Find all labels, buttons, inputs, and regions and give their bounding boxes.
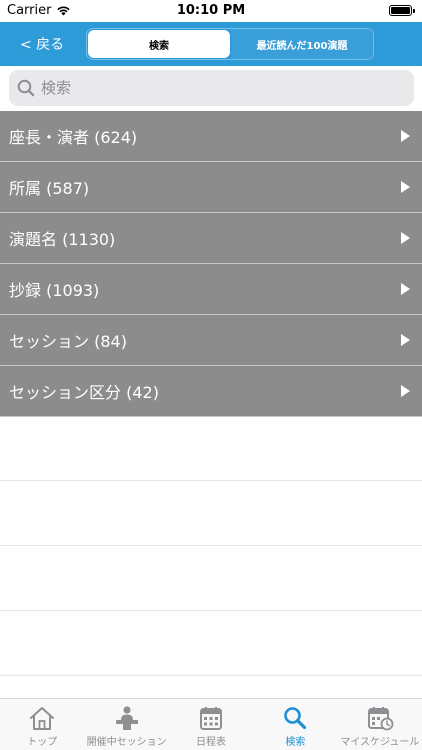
battery-icon <box>389 5 415 16</box>
tab-top-label: トップ <box>27 737 58 748</box>
tab-my-schedule-label: マイスケジュール <box>340 737 420 748</box>
search-box[interactable] <box>9 70 414 106</box>
battery-level <box>391 7 410 14</box>
category-row-abstract[interactable]: 抄録 (1093) <box>0 264 422 315</box>
back-button-label: < 戻る <box>20 37 65 53</box>
tab-my-schedule[interactable]: マイスケジュール <box>338 699 422 750</box>
tab-bar: トップ 開催中セッション 日程表 検索 マイスケジュール <box>0 698 422 750</box>
status-time: 10:10 PM <box>176 3 246 18</box>
tab-current-session-label: 開催中セッション <box>86 737 167 748</box>
calendar-clock-icon <box>367 707 394 731</box>
chevron-right-icon <box>401 232 410 244</box>
calendar-icon <box>200 707 223 730</box>
tab-schedule[interactable]: 日程表 <box>169 699 253 750</box>
presenter-icon <box>115 706 138 730</box>
empty-row-separator <box>0 675 422 676</box>
tab-current-session[interactable]: 開催中セッション <box>84 699 168 750</box>
category-label: 所属 (587) <box>9 179 90 198</box>
category-label: 演題名 (1130) <box>9 230 116 249</box>
chevron-right-icon <box>401 181 410 193</box>
empty-row-separator <box>0 480 422 481</box>
chevron-right-icon <box>401 283 410 295</box>
search-input[interactable] <box>41 79 401 97</box>
status-bar: Carrier 10:10 PM <box>0 0 422 22</box>
segment-recent[interactable]: 最近読んだ100演題 <box>231 29 373 59</box>
category-label: セッション区分 (42) <box>9 383 159 402</box>
category-row-session-type[interactable]: セッション区分 (42) <box>0 366 422 417</box>
tab-search[interactable]: 検索 <box>253 699 337 750</box>
back-button[interactable]: < 戻る <box>20 34 64 54</box>
tab-top[interactable]: トップ <box>0 699 84 750</box>
category-list: 座長・演者 (624) 所属 (587) 演題名 (1130) 抄録 (1093… <box>0 111 422 417</box>
segment-search-label: 検索 <box>149 40 169 52</box>
home-icon <box>30 707 55 730</box>
category-row-title[interactable]: 演題名 (1130) <box>0 213 422 264</box>
segment-recent-label: 最近読んだ100演題 <box>256 40 348 52</box>
search-icon <box>17 79 35 97</box>
category-label: 抄録 (1093) <box>9 281 100 300</box>
chevron-right-icon <box>401 385 410 397</box>
category-row-affiliation[interactable]: 所属 (587) <box>0 162 422 213</box>
chevron-right-icon <box>401 130 410 142</box>
category-row-speaker[interactable]: 座長・演者 (624) <box>0 111 422 162</box>
battery-tip <box>413 9 415 13</box>
empty-row-separator <box>0 610 422 611</box>
navigation-bar: < 戻る 検索 最近読んだ100演題 <box>0 22 422 66</box>
empty-row-separator <box>0 545 422 546</box>
tab-search-label: 検索 <box>285 737 306 748</box>
search-section <box>0 66 422 110</box>
chevron-right-icon <box>401 334 410 346</box>
category-row-session[interactable]: セッション (84) <box>0 315 422 366</box>
tab-schedule-label: 日程表 <box>196 737 227 748</box>
category-label: セッション (84) <box>9 332 127 351</box>
segment-search[interactable]: 検索 <box>88 30 230 58</box>
category-label: 座長・演者 (624) <box>9 128 138 147</box>
segment-control: 検索 最近読んだ100演題 <box>86 28 374 60</box>
search-icon <box>284 707 307 730</box>
